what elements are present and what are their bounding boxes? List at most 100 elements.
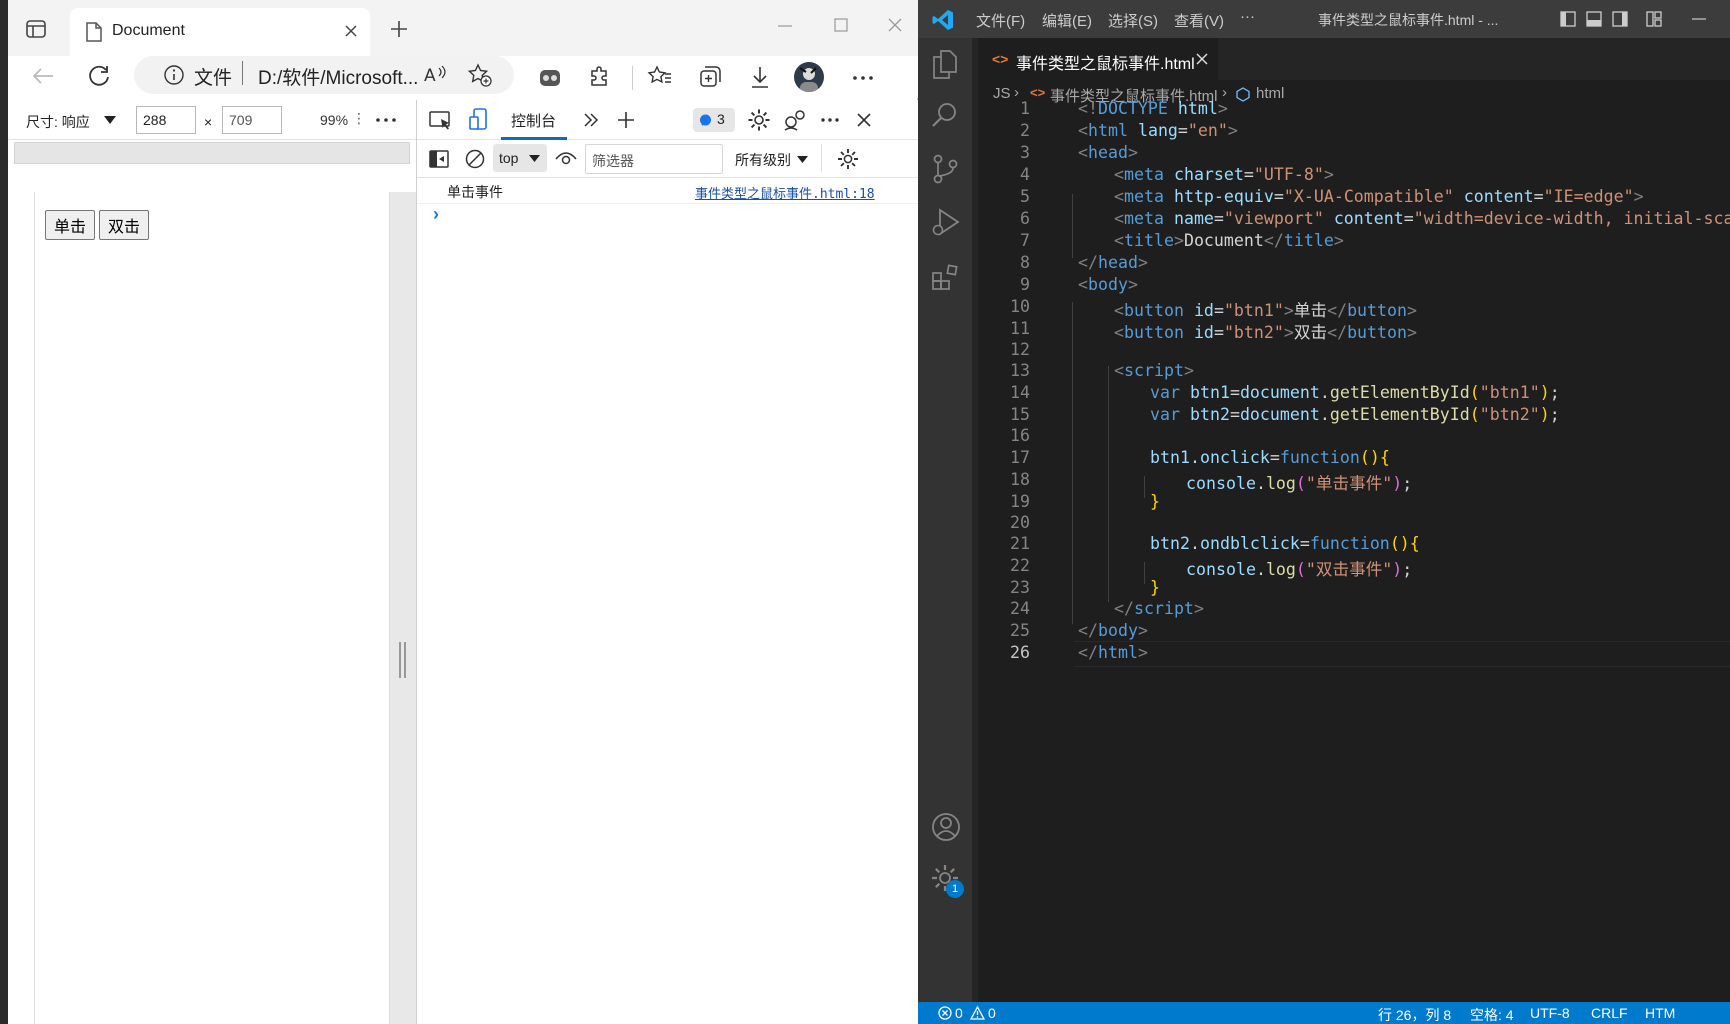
clear-console-icon[interactable]	[465, 149, 485, 169]
close-devtools-icon[interactable]	[857, 113, 871, 127]
avatar[interactable]	[794, 62, 824, 92]
download-icon[interactable]	[750, 65, 770, 89]
address-bar[interactable]: 文件 D:/软件/Microsoft... A	[134, 56, 514, 94]
cursor-position[interactable]: 行 26，列 8	[1378, 1005, 1451, 1024]
more-icon[interactable]	[853, 76, 873, 80]
resize-handle-left[interactable]	[399, 642, 401, 678]
search-icon[interactable]	[932, 102, 958, 128]
indentation[interactable]: 空格: 4	[1470, 1005, 1514, 1024]
device-emulation-bar: 尺寸: 响应 288 × 709 99% ⋮	[8, 100, 416, 140]
eol[interactable]: CRLF	[1591, 1005, 1628, 1021]
resize-handle-right[interactable]	[404, 642, 406, 678]
toggle-sidebar-icon[interactable]	[1560, 11, 1576, 27]
tab-console[interactable]: 控制台	[511, 110, 556, 131]
maximize-icon[interactable]	[834, 18, 848, 32]
line-number: 10	[1010, 297, 1030, 316]
customize-layout-icon[interactable]	[1646, 11, 1662, 27]
code-line-10: <button id="btn1">单击</button>	[1114, 301, 1418, 320]
emulation-more-icon[interactable]	[376, 118, 396, 122]
warnings-count[interactable]: 0	[988, 1005, 996, 1021]
url-text[interactable]: D:/软件/Microsoft...	[258, 63, 418, 90]
width-input[interactable]: 288	[136, 106, 196, 134]
settings-badge: 1	[946, 880, 964, 898]
html-file-icon: <>	[992, 51, 1009, 67]
btn1-button[interactable]: 单击	[45, 210, 96, 240]
close-window-icon[interactable]	[888, 18, 902, 32]
read-aloud-icon[interactable]: A	[424, 64, 448, 86]
editor-tab[interactable]: <> 事件类型之鼠标事件.html	[978, 38, 1218, 80]
symbol-icon	[1236, 87, 1250, 102]
close-tab-icon[interactable]	[344, 24, 358, 38]
close-editor-icon[interactable]	[1196, 53, 1208, 65]
account-icon[interactable]	[931, 812, 961, 842]
separator-dots: ⋮	[352, 110, 366, 126]
sidebar-icon[interactable]	[26, 20, 46, 38]
menu-file[interactable]: 文件(F)	[976, 10, 1025, 31]
menu-edit[interactable]: 编辑(E)	[1042, 10, 1092, 31]
menu-view[interactable]: 查看(V)	[1174, 10, 1224, 31]
console-settings-gear-icon[interactable]	[837, 148, 859, 170]
context-dropdown[interactable]: top	[493, 144, 547, 172]
new-tab-plus-icon[interactable]	[390, 20, 408, 38]
info-icon[interactable]	[164, 65, 184, 85]
toggle-secondary-sidebar-icon[interactable]	[1612, 11, 1628, 27]
toggle-panel-icon[interactable]	[1586, 11, 1602, 27]
line-number: 1	[1020, 99, 1030, 118]
activity-bar: 1	[918, 38, 972, 1002]
back-icon[interactable]	[32, 67, 54, 85]
add-favorite-icon[interactable]	[467, 63, 492, 87]
refresh-icon[interactable]	[88, 65, 110, 87]
code-line-18: console.log("单击事件");	[1186, 474, 1413, 493]
dropdown-caret-icon[interactable]	[104, 116, 116, 124]
code-line-19: }	[1150, 492, 1160, 511]
issues-badge[interactable]: 3	[693, 108, 735, 132]
language-mode[interactable]: HTM	[1645, 1005, 1675, 1021]
run-debug-icon[interactable]	[932, 208, 960, 238]
extensions-view-icon[interactable]	[932, 264, 960, 292]
explorer-icon[interactable]	[932, 50, 958, 80]
line-number: 5	[1020, 187, 1030, 206]
connect-icon[interactable]	[783, 108, 807, 132]
menu-more[interactable]: ···	[1240, 8, 1255, 25]
menu-selection[interactable]: 选择(S)	[1108, 10, 1158, 31]
log-levels-dropdown[interactable]: 所有级别	[735, 150, 791, 170]
chevron-more-icon[interactable]	[583, 113, 599, 127]
browser-tab[interactable]: Document	[70, 8, 370, 56]
code-line-21: btn2.ondblclick=function(){	[1150, 534, 1420, 553]
encoding[interactable]: UTF-8	[1530, 1005, 1570, 1021]
shopping-icon[interactable]	[538, 65, 562, 89]
vs-minimize-icon[interactable]	[1692, 18, 1706, 20]
levels-caret-icon[interactable]	[797, 156, 808, 163]
line-number: 23	[1010, 578, 1030, 597]
code-line-13: <script>	[1114, 361, 1194, 380]
collections-icon[interactable]	[698, 65, 722, 89]
extensions-icon[interactable]	[588, 65, 610, 87]
warnings-icon[interactable]	[969, 1005, 986, 1020]
source-control-icon[interactable]	[933, 154, 959, 184]
height-input[interactable]: 709	[222, 106, 282, 134]
browser-window: Document 文件 D:/软件/Microsoft... A 尺寸: 响应 …	[8, 0, 919, 1024]
favorites-icon[interactable]	[647, 65, 672, 87]
btn2-button[interactable]: 双击	[99, 210, 150, 240]
line-number: 7	[1020, 231, 1030, 250]
eye-icon[interactable]	[555, 151, 577, 167]
minimize-icon[interactable]	[778, 25, 792, 27]
vscode-logo-icon	[932, 9, 954, 31]
inspect-icon[interactable]	[429, 109, 453, 131]
console-prompt[interactable]: ›	[433, 204, 439, 225]
add-tab-plus-icon[interactable]	[617, 111, 635, 129]
dimensions-dropdown[interactable]: 尺寸: 响应	[26, 112, 90, 132]
zoom-dropdown[interactable]: 99%	[320, 112, 348, 128]
console-sidebar-icon[interactable]	[429, 150, 449, 168]
breadcrumb-symbol[interactable]: html	[1256, 85, 1284, 102]
console-source-link[interactable]: 事件类型之鼠标事件.html:18	[695, 183, 875, 202]
errors-icon[interactable]	[938, 1006, 952, 1020]
media-query-ruler[interactable]	[14, 142, 410, 164]
code-editor[interactable]: 1 2 3 4 5 6 7 8 9 10 11 12 13 14 15 16 17 18 19 20 21 22 23 24 2…	[978, 99, 1730, 1002]
line-number: 21	[1010, 534, 1030, 553]
errors-count[interactable]: 0	[955, 1005, 963, 1021]
gear-icon[interactable]	[747, 108, 771, 132]
filter-input[interactable]: 筛选器	[585, 144, 723, 174]
devtools-more-icon[interactable]	[821, 118, 839, 122]
device-icon[interactable]	[469, 108, 491, 132]
